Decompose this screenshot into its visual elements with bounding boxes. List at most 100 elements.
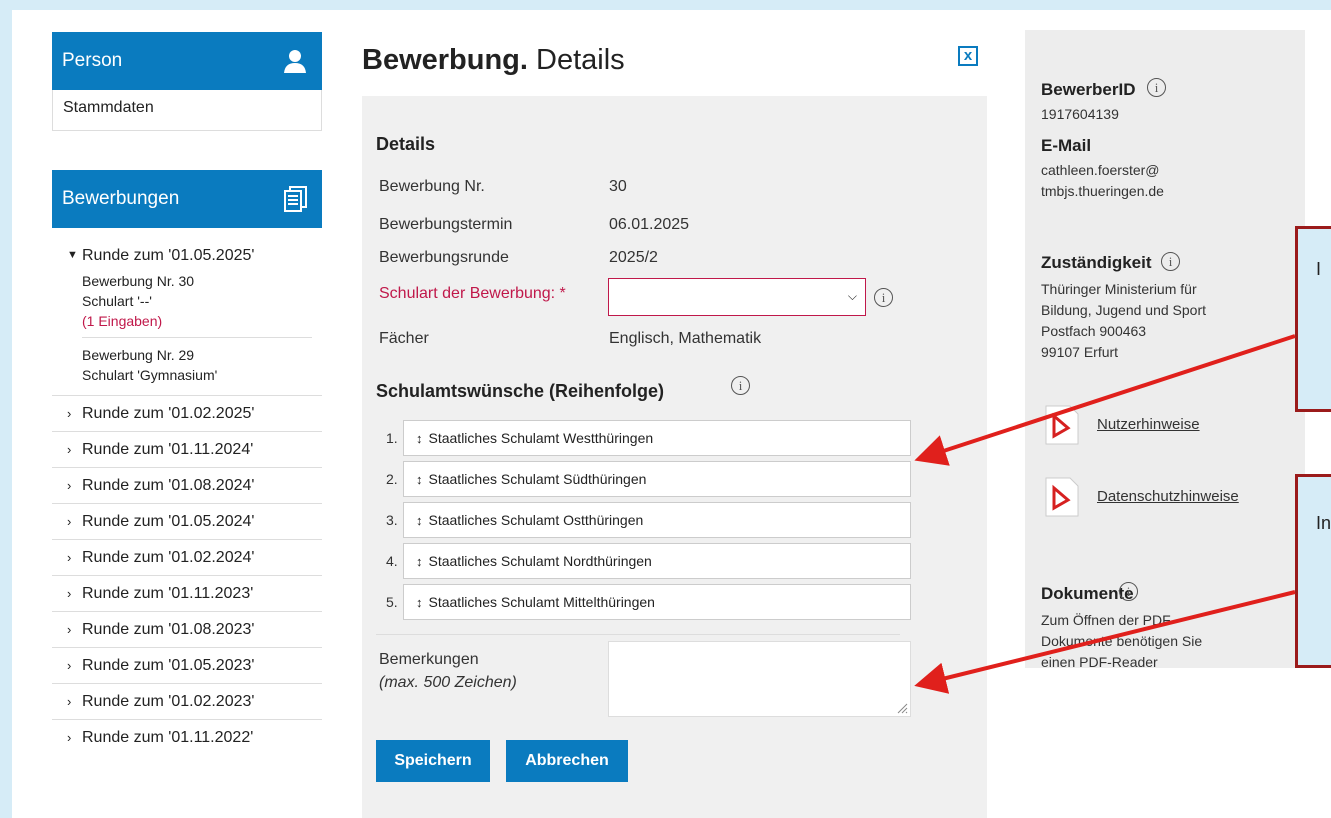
sidebar-round-item[interactable]: › Runde zum '01.11.2022' <box>52 719 322 755</box>
round-title: Runde zum '01.05.2025' <box>82 247 255 264</box>
pdf-icon[interactable] <box>1044 404 1080 446</box>
bemerkungen-label: Bemerkungen <box>379 651 479 668</box>
info-icon[interactable]: i <box>1119 582 1138 601</box>
chevron-down-icon: ⌵ <box>847 289 857 303</box>
row-value: 30 <box>609 178 627 195</box>
wish-number: 4. <box>386 553 398 569</box>
caret-right-icon: › <box>67 406 72 421</box>
drag-handle-icon[interactable]: ↕ <box>416 554 423 569</box>
round-label: Runde zum '01.11.2022' <box>82 728 254 746</box>
row-value: 06.01.2025 <box>609 216 690 233</box>
bewerber-id-label: BewerberID <box>1041 80 1136 99</box>
entry-line: Schulart '--' <box>82 293 152 309</box>
caret-right-icon: › <box>67 658 72 673</box>
sidebar-round-item[interactable]: › Runde zum '01.11.2023' <box>52 575 322 611</box>
wish-item[interactable]: ↕ Staatliches Schulamt Mittelthüringen <box>403 584 911 620</box>
caret-right-icon: › <box>67 514 72 529</box>
sidebar-round-item[interactable]: › Runde zum '01.08.2023' <box>52 611 322 647</box>
info-icon[interactable]: i <box>1147 78 1166 97</box>
info-icon[interactable]: i <box>731 376 750 395</box>
close-icon[interactable]: x <box>958 46 978 66</box>
round-open[interactable]: ▼ Runde zum '01.05.2025' Bewerbung Nr. 3… <box>52 235 322 395</box>
wish-item[interactable]: ↕ Staatliches Schulamt Südthüringen <box>403 461 911 497</box>
entry-line: Bewerbung Nr. 29 <box>82 347 195 363</box>
wish-label: Staatliches Schulamt Westthüringen <box>428 430 654 446</box>
caret-right-icon: › <box>67 478 72 493</box>
round-label: Runde zum '01.02.2024' <box>82 548 255 566</box>
resize-grip-icon[interactable] <box>896 702 908 714</box>
row-label: Bewerbung Nr. <box>379 178 485 195</box>
sidebar-round-item[interactable]: › Runde zum '01.05.2024' <box>52 503 322 539</box>
bewerber-id-value: 1917604139 <box>1041 106 1119 122</box>
wish-label: Staatliches Schulamt Nordthüringen <box>428 553 652 569</box>
zustaendigkeit-label: Zuständigkeit <box>1041 253 1152 272</box>
zust-line: Postfach 900463 <box>1041 323 1147 339</box>
bewerbungen-header-label: Bewerbungen <box>62 188 180 209</box>
datenschutzhinweise-link[interactable]: Datenschutzhinweise <box>1097 488 1239 505</box>
caret-right-icon: › <box>67 586 72 601</box>
email-line: cathleen.foerster@ <box>1041 162 1160 178</box>
sidebar-round-item[interactable]: › Runde zum '01.05.2023' <box>52 647 322 683</box>
info-icon[interactable]: i <box>874 288 893 307</box>
round-label: Runde zum '01.02.2025' <box>82 404 255 422</box>
wish-item[interactable]: ↕ Staatliches Schulamt Ostthüringen <box>403 502 911 538</box>
wish-label: Staatliches Schulamt Südthüringen <box>428 471 647 487</box>
wish-number: 3. <box>386 512 398 528</box>
drag-handle-icon[interactable]: ↕ <box>416 431 423 446</box>
sidebar-round-item[interactable]: › Runde zum '01.02.2023' <box>52 683 322 719</box>
sidebar-round-item[interactable]: › Runde zum '01.08.2024' <box>52 467 322 503</box>
doc-line: Zum Öffnen der PDF- <box>1041 612 1176 628</box>
bewerbungen-header[interactable]: Bewerbungen <box>52 170 322 228</box>
person-icon <box>282 48 308 74</box>
drag-handle-icon[interactable]: ↕ <box>416 472 423 487</box>
row-label: Bewerbungsrunde <box>379 249 509 266</box>
caret-down-icon: ▼ <box>67 249 78 261</box>
sidebar-round-item[interactable]: › Runde zum '01.02.2024' <box>52 539 322 575</box>
schulart-label: Schulart der Bewerbung: * <box>379 285 566 302</box>
wish-item[interactable]: ↕ Staatliches Schulamt Nordthüringen <box>403 543 911 579</box>
documents-icon <box>284 186 308 212</box>
bemerkungen-textarea[interactable] <box>608 641 911 717</box>
round-label: Runde zum '01.05.2024' <box>82 512 255 530</box>
sidebar-item-stammdaten[interactable]: Stammdaten <box>52 90 322 131</box>
sidebar-round-item[interactable]: › Runde zum '01.02.2025' <box>52 395 322 431</box>
rounds-list: ▼ Runde zum '01.05.2025' Bewerbung Nr. 3… <box>52 235 322 755</box>
cancel-button[interactable]: Abbrechen <box>506 740 628 782</box>
sidebar-round-item[interactable]: › Runde zum '01.11.2024' <box>52 431 322 467</box>
drag-handle-icon[interactable]: ↕ <box>416 513 423 528</box>
email-line: tmbjs.thueringen.de <box>1041 183 1164 199</box>
stammdaten-label: Stammdaten <box>63 99 154 116</box>
wishes-title: Schulamtswünsche (Reihenfolge) <box>376 381 665 401</box>
round-label: Runde zum '01.02.2023' <box>82 692 255 710</box>
drag-handle-icon[interactable]: ↕ <box>416 595 423 610</box>
wish-item[interactable]: ↕ Staatliches Schulamt Westthüringen <box>403 420 911 456</box>
wish-number: 1. <box>386 430 398 446</box>
pdf-icon[interactable] <box>1044 476 1080 518</box>
row-label: Bewerbungstermin <box>379 216 513 233</box>
person-header[interactable]: Person <box>52 32 322 90</box>
email-label: E-Mail <box>1041 136 1092 155</box>
page-title: Bewerbung. Details <box>362 44 625 76</box>
application-entry[interactable]: Bewerbung Nr. 29 Schulart 'Gymnasium' <box>82 337 312 391</box>
doc-line: Dokumente benötigen Sie <box>1041 633 1203 649</box>
caret-right-icon: › <box>67 622 72 637</box>
nutzerhinweise-link[interactable]: Nutzerhinweise <box>1097 416 1200 433</box>
bemerkungen-hint: (max. 500 Zeichen) <box>379 674 517 691</box>
caret-right-icon: › <box>67 550 72 565</box>
faecher-value: Englisch, Mathematik <box>609 330 762 347</box>
entry-inputs-count: (1 Eingaben) <box>82 313 163 329</box>
wish-number: 5. <box>386 594 398 610</box>
wish-number: 2. <box>386 471 398 487</box>
person-header-label: Person <box>62 50 123 71</box>
row-value: 2025/2 <box>609 249 658 266</box>
save-button[interactable]: Speichern <box>376 740 490 782</box>
faecher-label: Fächer <box>379 330 429 347</box>
callout-box: I <box>1295 226 1331 412</box>
round-label: Runde zum '01.11.2024' <box>82 440 254 458</box>
schulart-select[interactable]: ⌵ <box>608 278 866 316</box>
details-title: Details <box>376 134 436 154</box>
caret-right-icon: › <box>67 730 72 745</box>
info-icon[interactable]: i <box>1161 252 1180 271</box>
application-entry[interactable]: Bewerbung Nr. 30 Schulart '--' (1 Eingab… <box>82 269 312 337</box>
wish-label: Staatliches Schulamt Mittelthüringen <box>428 594 655 610</box>
